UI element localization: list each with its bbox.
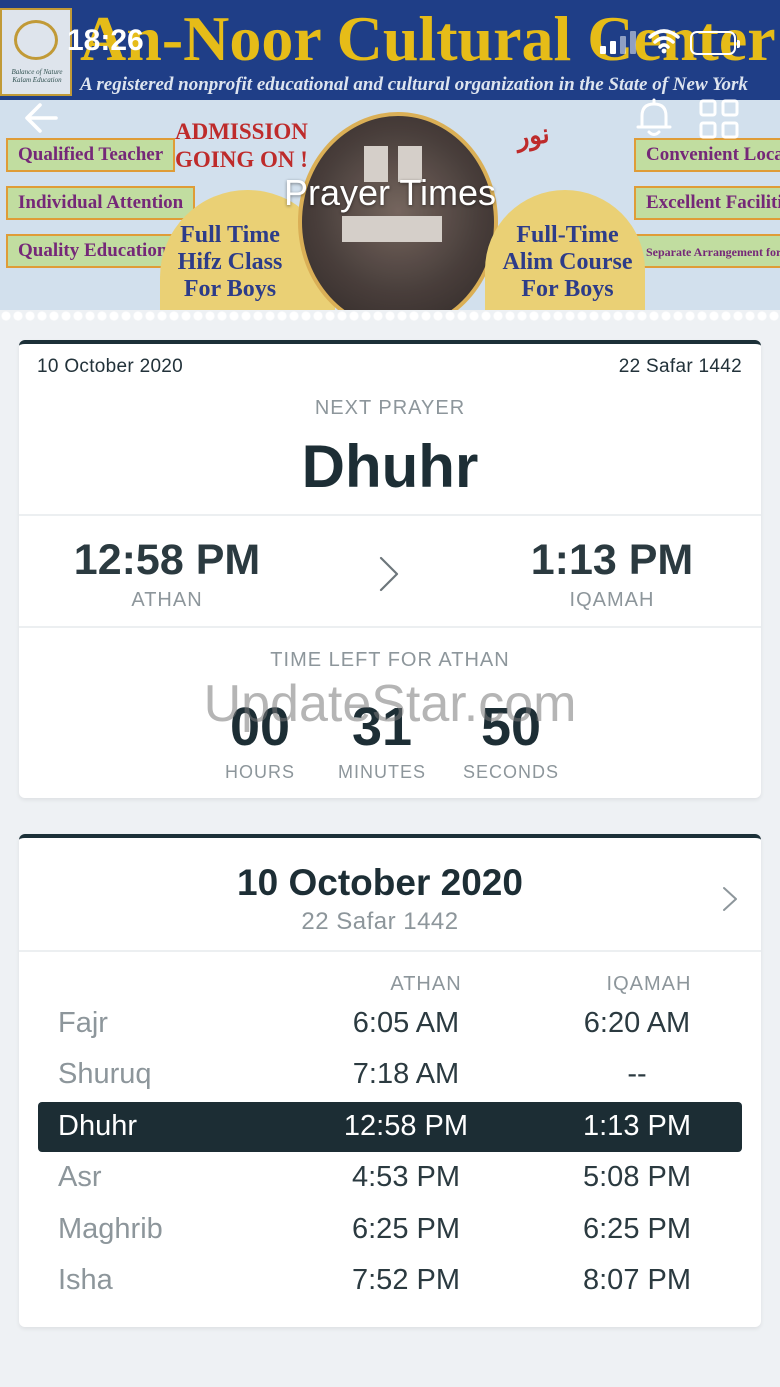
prayer-name: Isha [58,1264,113,1296]
prayer-athan-time: 6:25 PM [352,1213,460,1245]
time-left-label: TIME LEFT FOR ATHAN [270,649,510,671]
seconds-label: SECONDS [462,762,559,782]
divider [19,626,761,628]
prayer-name: Maghrib [58,1213,163,1245]
prayer-athan-time: 12:58 PM [343,1110,469,1142]
prayer-athan-time: 7:18 AM [352,1058,460,1090]
prayer-athan-time: 6:05 AM [352,1007,460,1039]
iqamah-column-header: IQAMAH [606,973,692,995]
athan-column-header: ATHAN [390,973,462,995]
grid-menu-icon[interactable] [698,98,740,140]
athan-label: ATHAN [131,589,203,611]
watermark: UpdateStar.com [203,675,577,733]
minutes-label: MINUTES [338,762,426,782]
status-icons [598,28,748,58]
prayer-iqamah-time: 6:20 AM [583,1007,691,1039]
iqamah-label: IQAMAH [569,589,655,611]
schedule-card: 10 October 2020 22 Safar 1442 ATHAN IQAM… [19,834,761,1327]
back-arrow-icon[interactable] [22,98,62,138]
prayer-iqamah-time: 6:25 PM [583,1213,691,1245]
hours-label: HOURS [224,762,295,782]
next-prayer-label: NEXT PRAYER [314,397,466,419]
schedule-hijri-date: 22 Safar 1442 [301,908,459,935]
divider [19,950,761,952]
banner-edge [0,310,780,322]
prayer-row-maghrib: Maghrib 6:25 PM 6:25 PM [38,1205,742,1255]
divider [19,514,761,516]
prayer-iqamah-time: 5:08 PM [583,1161,691,1193]
chevron-right-icon [379,556,399,592]
next-prayer-card: 10 October 2020 22 Safar 1442 NEXT PRAYE… [19,340,761,798]
iqamah-time: 1:13 PM [530,536,694,584]
signal-icon [600,46,606,54]
prayer-athan-time: 4:53 PM [352,1161,460,1193]
prayer-iqamah-time: 8:07 PM [583,1264,691,1296]
battery-icon [690,31,740,55]
prayer-row-isha: Isha 7:52 PM 8:07 PM [38,1256,742,1306]
next-prayer-name: Dhuhr [301,433,479,500]
prayer-name: Fajr [58,1007,108,1039]
prayer-row-asr: Asr 4:53 PM 5:08 PM [38,1153,742,1203]
next-day-chevron-icon[interactable] [719,884,741,914]
wifi-icon [648,29,680,54]
athan-time: 12:58 PM [73,536,261,584]
page-title: Prayer Times [283,172,497,213]
hijri-date: 22 Safar 1442 [618,356,742,377]
gregorian-date: 10 October 2020 [37,356,184,377]
status-time: 18:26 [67,24,144,57]
prayer-row-shuruq: Shuruq 7:18 AM -- [38,1050,742,1100]
prayer-name: Dhuhr [58,1110,137,1142]
prayer-athan-time: 7:52 PM [352,1264,460,1296]
prayer-row-dhuhr-highlighted: Dhuhr 12:58 PM 1:13 PM [38,1102,742,1152]
prayer-iqamah-time: 1:13 PM [583,1110,691,1142]
schedule-date: 10 October 2020 [237,862,523,903]
prayer-name: Asr [58,1161,102,1193]
prayer-row-fajr: Fajr 6:05 AM 6:20 AM [38,999,742,1049]
bell-icon[interactable] [632,96,676,140]
prayer-iqamah-time: -- [627,1058,647,1090]
prayer-name: Shuruq [58,1058,152,1090]
